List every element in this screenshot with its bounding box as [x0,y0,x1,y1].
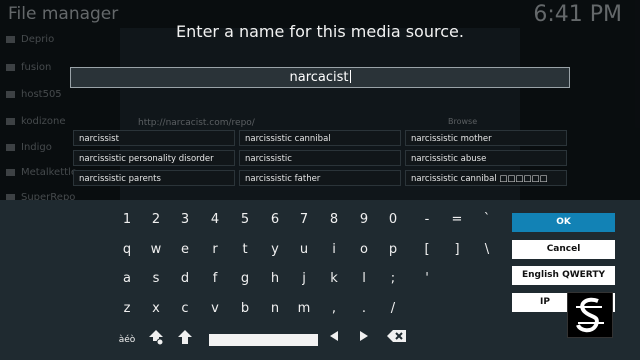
key[interactable]: v [203,297,227,321]
space-bar[interactable] [209,334,318,346]
key[interactable]: h [263,267,287,291]
key[interactable]: 9 [352,208,376,232]
key[interactable]: o [352,238,376,262]
key[interactable]: 2 [144,208,168,232]
shift-up-arrow-icon[interactable] [173,328,197,352]
key[interactable]: s [144,267,168,291]
key[interactable]: 7 [292,208,316,232]
suggestion-item[interactable]: narcissistic cannibal [239,130,401,146]
key[interactable]: b [233,297,257,321]
key[interactable]: / [381,297,405,321]
key[interactable]: 3 [173,208,197,232]
media-source-name-input[interactable]: narcacist [70,67,570,88]
ok-button[interactable]: OK [512,213,615,232]
key[interactable]: = [445,208,469,232]
suggestion-item[interactable]: narcissistic personality disorder [73,150,235,166]
backspace-icon[interactable] [385,328,409,352]
key[interactable]: 4 [203,208,227,232]
key[interactable]: n [263,297,287,321]
key[interactable]: [ [415,238,439,262]
key[interactable]: k [322,267,346,291]
key[interactable]: g [233,267,257,291]
key[interactable]: 1 [115,208,139,232]
dialog-heading: Enter a name for this media source. [176,22,464,41]
suggestion-item[interactable]: narcissistic mother [405,130,567,146]
key[interactable]: y [263,238,287,262]
key[interactable]: d [173,267,197,291]
key[interactable]: 0 [381,208,405,232]
suggestion-item[interactable]: narcissist [73,130,235,146]
accented-chars-key[interactable]: àéò [115,328,139,352]
suggestion-item[interactable]: narcissistic abuse [405,150,567,166]
suggestion-item[interactable]: narcissistic father [239,170,401,186]
key[interactable]: , [322,297,346,321]
suggestion-item[interactable]: narcissistic cannibal □□□□□□ [405,170,567,186]
key[interactable]: p [381,238,405,262]
watermark-logo [567,292,613,338]
key[interactable]: f [203,267,227,291]
key[interactable]: z [115,297,139,321]
caps-lock-icon[interactable] [144,328,168,352]
key[interactable]: \ [475,238,499,262]
key[interactable]: l [352,267,376,291]
text-caret [349,70,351,83]
key[interactable]: x [144,297,168,321]
key[interactable]: e [173,238,197,262]
key[interactable]: m [292,297,316,321]
key[interactable]: t [233,238,257,262]
key[interactable]: c [173,297,197,321]
suggestion-item[interactable]: narcissistic parents [73,170,235,186]
key[interactable]: . [352,297,376,321]
key[interactable]: a [115,267,139,291]
key[interactable]: j [292,267,316,291]
key[interactable]: - [415,208,439,232]
key[interactable]: ] [445,238,469,262]
key[interactable]: 6 [263,208,287,232]
right-arrow-icon[interactable] [352,328,376,352]
key[interactable]: ` [475,208,499,232]
key[interactable]: w [144,238,168,262]
suggestion-item[interactable]: narcissistic [239,150,401,166]
key[interactable]: u [292,238,316,262]
key[interactable]: q [115,238,139,262]
key[interactable]: r [203,238,227,262]
key[interactable]: i [322,238,346,262]
key[interactable]: 5 [233,208,257,232]
key[interactable]: ; [381,267,405,291]
keyboard-layout-button[interactable]: English QWERTY [512,266,615,285]
left-arrow-icon[interactable] [322,328,346,352]
cancel-button[interactable]: Cancel [512,240,615,259]
key[interactable]: 8 [322,208,346,232]
key[interactable]: ' [415,267,439,291]
